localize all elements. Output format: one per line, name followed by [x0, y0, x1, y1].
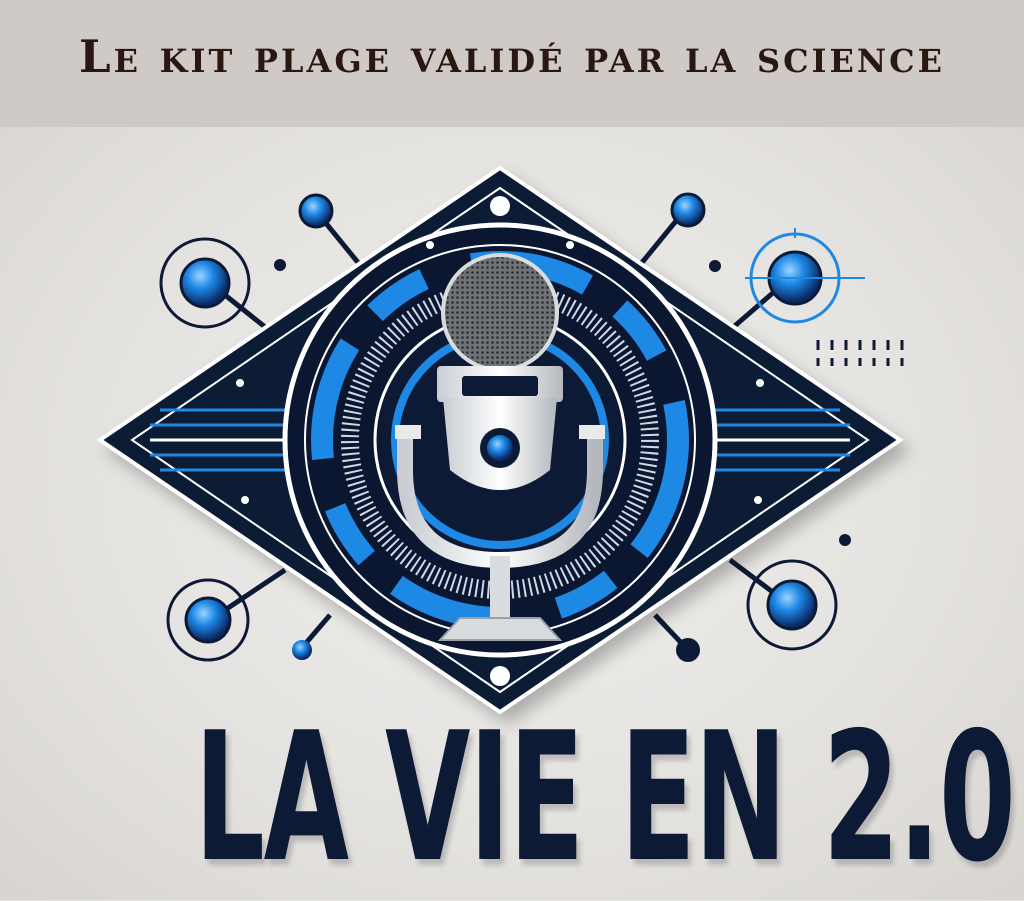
logo-artwork: LA VIE EN 2.0	[0, 127, 1024, 900]
title-banner: Le kit plage validé par la science	[0, 0, 1024, 127]
brand-wordmark: LA VIE EN 2.0	[194, 694, 1016, 901]
signal-dashes	[816, 340, 904, 366]
page-title: Le kit plage validé par la science	[78, 30, 946, 83]
